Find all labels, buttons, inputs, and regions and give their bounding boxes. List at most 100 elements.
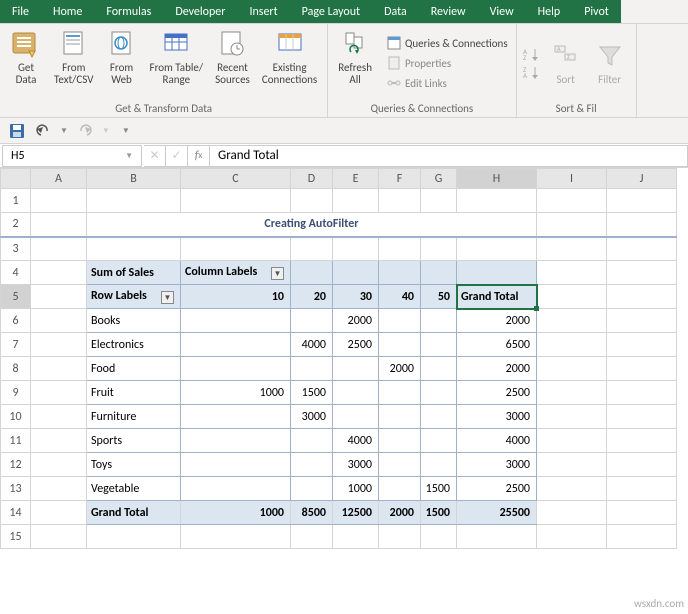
tab-page-layout[interactable]: Page Layout	[290, 0, 372, 23]
pivot-data-cell[interactable]: 1000	[333, 477, 379, 501]
cell[interactable]	[607, 405, 677, 429]
from-csv-button[interactable]: From Text/CSV	[48, 26, 100, 100]
cell[interactable]	[537, 477, 607, 501]
cell[interactable]	[291, 237, 333, 261]
pivot-data-cell[interactable]	[181, 357, 291, 381]
sort-asc-icon[interactable]: AZ	[523, 46, 539, 62]
filter-button[interactable]: Filter	[588, 38, 632, 88]
pivot-data-cell[interactable]: 3000	[333, 453, 379, 477]
cell[interactable]	[537, 309, 607, 333]
pivot-data-cell[interactable]	[379, 405, 421, 429]
cell[interactable]	[537, 501, 607, 525]
pivot-data-cell[interactable]: 1000	[181, 381, 291, 405]
name-box[interactable]: H5▼	[2, 145, 142, 167]
col-header[interactable]: A	[31, 169, 87, 189]
cell[interactable]	[537, 429, 607, 453]
pivot-data-cell[interactable]	[291, 477, 333, 501]
formula-input[interactable]: Grand Total	[210, 145, 688, 167]
pivot-data-cell[interactable]: 2000	[379, 357, 421, 381]
pivot-data-cell[interactable]	[421, 333, 457, 357]
from-table-button[interactable]: From Table/ Range	[144, 26, 210, 100]
pivot-data-cell[interactable]: 4000	[291, 333, 333, 357]
chevron-down-icon[interactable]: ▼	[125, 151, 133, 161]
cell[interactable]	[87, 525, 181, 549]
enter-formula-button[interactable]: ✓	[166, 145, 188, 167]
cell[interactable]	[379, 189, 421, 213]
pivot-data-cell[interactable]	[333, 381, 379, 405]
cell[interactable]	[421, 237, 457, 261]
save-button[interactable]	[8, 122, 26, 140]
cell[interactable]	[607, 357, 677, 381]
cell[interactable]	[607, 501, 677, 525]
pivot-data-cell[interactable]: 2000	[333, 309, 379, 333]
col-header[interactable]: C	[181, 169, 291, 189]
cell[interactable]	[607, 333, 677, 357]
pivot-data-cell[interactable]	[333, 357, 379, 381]
cell[interactable]	[537, 525, 607, 549]
cell[interactable]	[537, 285, 607, 309]
pivot-data-cell[interactable]	[379, 381, 421, 405]
tab-developer[interactable]: Developer	[163, 0, 237, 23]
pivot-data-cell[interactable]	[181, 333, 291, 357]
tab-review[interactable]: Review	[419, 0, 478, 23]
row-header[interactable]: 12	[1, 453, 31, 477]
col-header[interactable]: D	[291, 169, 333, 189]
cell[interactable]	[537, 405, 607, 429]
cell[interactable]	[607, 213, 677, 237]
col-header[interactable]: F	[379, 169, 421, 189]
tab-home[interactable]: Home	[41, 0, 94, 23]
cell[interactable]	[457, 237, 537, 261]
cell[interactable]	[333, 189, 379, 213]
pivot-row-total[interactable]: 2500	[457, 477, 537, 501]
filter-dropdown-icon[interactable]: ▼	[161, 291, 174, 304]
cancel-formula-button[interactable]: ✕	[144, 145, 166, 167]
pivot-row-labels[interactable]: Row Labels▼	[87, 285, 181, 309]
row-header[interactable]: 10	[1, 405, 31, 429]
pivot-data-cell[interactable]: 2500	[333, 333, 379, 357]
pivot-data-cell[interactable]	[379, 333, 421, 357]
pivot-data-cell[interactable]	[421, 405, 457, 429]
cell[interactable]	[607, 381, 677, 405]
cell[interactable]	[607, 309, 677, 333]
cell[interactable]	[607, 477, 677, 501]
row-header[interactable]: 2	[1, 213, 31, 237]
from-web-button[interactable]: From Web	[100, 26, 144, 100]
col-header[interactable]: J	[607, 169, 677, 189]
pivot-data-cell[interactable]	[421, 429, 457, 453]
pivot-row-label[interactable]: Fruit	[87, 381, 181, 405]
tab-pivot[interactable]: Pivot	[572, 0, 621, 23]
col-header[interactable]: I	[537, 169, 607, 189]
pivot-col-total[interactable]: 12500	[333, 501, 379, 525]
row-header[interactable]: 4	[1, 261, 31, 285]
pivot-row-label[interactable]: Vegetable	[87, 477, 181, 501]
cell[interactable]	[537, 333, 607, 357]
pivot-data-cell[interactable]: 1500	[291, 381, 333, 405]
cell[interactable]	[181, 237, 291, 261]
pivot-row-total[interactable]: 2500	[457, 381, 537, 405]
pivot-row-label[interactable]: Sports	[87, 429, 181, 453]
pivot-col-total[interactable]: 1500	[421, 501, 457, 525]
pivot-data-cell[interactable]	[379, 453, 421, 477]
tab-help[interactable]: Help	[526, 0, 573, 23]
cell[interactable]	[607, 285, 677, 309]
cell[interactable]	[379, 525, 421, 549]
pivot-row-total[interactable]: 3000	[457, 405, 537, 429]
col-header[interactable]: B	[87, 169, 181, 189]
cell[interactable]	[181, 525, 291, 549]
pivot-row-total[interactable]: 3000	[457, 453, 537, 477]
row-header[interactable]: 5	[1, 285, 31, 309]
pivot-row-label[interactable]: Furniture	[87, 405, 181, 429]
pivot-col-total[interactable]: 2000	[379, 501, 421, 525]
cell[interactable]	[607, 189, 677, 213]
pivot-data-cell[interactable]	[291, 453, 333, 477]
pivot-data-cell[interactable]	[379, 309, 421, 333]
cell[interactable]	[457, 525, 537, 549]
pivot-row-label[interactable]: Food	[87, 357, 181, 381]
pivot-data-cell[interactable]	[181, 453, 291, 477]
pivot-grand-total-label[interactable]: Grand Total	[87, 501, 181, 525]
row-header[interactable]: 9	[1, 381, 31, 405]
undo-button[interactable]	[34, 122, 52, 140]
recent-button[interactable]: Recent Sources	[209, 26, 256, 100]
cell[interactable]	[291, 189, 333, 213]
col-header[interactable]: H	[457, 169, 537, 189]
